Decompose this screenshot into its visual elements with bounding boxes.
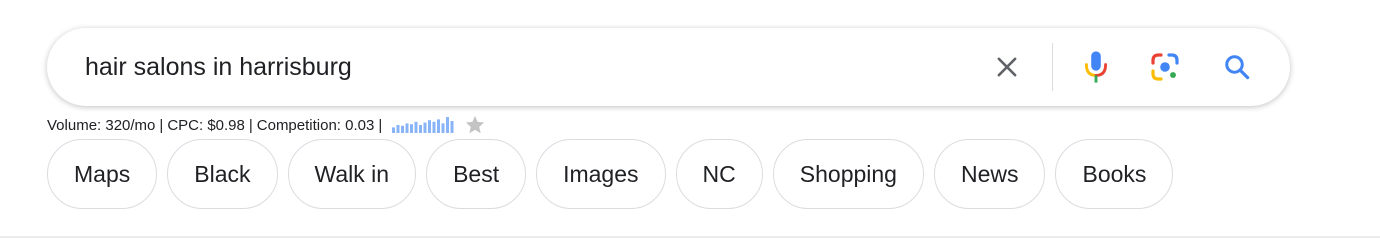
chip-best[interactable]: Best <box>426 139 527 209</box>
search-box[interactable]: hair salons in harrisburg <box>47 28 1290 106</box>
camera-lens-icon <box>1151 53 1179 81</box>
metric-separator: | <box>159 116 164 134</box>
competition-metric: Competition: 0.03 <box>256 116 375 134</box>
chip-maps[interactable]: Maps <box>47 139 158 209</box>
trend-chart-icon[interactable] <box>392 117 456 133</box>
search-page: hair salons in harrisburg Volume: 320/mo… <box>0 0 1380 242</box>
trend-bar <box>437 119 441 133</box>
search-button[interactable] <box>1217 47 1257 87</box>
filter-chips: Maps Black Walk in Best Images NC Shoppi… <box>47 139 1174 209</box>
search-divider <box>1052 43 1053 91</box>
clear-button[interactable] <box>987 47 1027 87</box>
trend-bar <box>423 122 427 133</box>
header-divider <box>0 236 1380 238</box>
trend-bar <box>441 123 445 133</box>
volume-metric: Volume: 320/mo <box>47 116 156 134</box>
metric-separator: | <box>378 116 383 134</box>
chip-nc[interactable]: NC <box>675 139 763 209</box>
trend-bar <box>410 124 414 133</box>
close-icon <box>997 57 1017 77</box>
trend-bar <box>414 121 418 133</box>
search-icon <box>1225 55 1250 80</box>
trend-bar <box>405 123 409 133</box>
microphone-icon <box>1084 51 1108 83</box>
lens-search-button[interactable] <box>1145 47 1185 87</box>
search-input[interactable]: hair salons in harrisburg <box>85 51 352 83</box>
chip-news[interactable]: News <box>933 139 1046 209</box>
metric-separator: | <box>248 116 253 134</box>
trend-bar <box>446 117 450 133</box>
trend-bar <box>450 121 454 133</box>
chip-walk-in[interactable]: Walk in <box>287 139 417 209</box>
star-icon[interactable] <box>464 114 486 136</box>
chip-books[interactable]: Books <box>1055 139 1174 209</box>
trend-bar <box>401 125 405 133</box>
trend-bar <box>428 120 432 133</box>
chip-shopping[interactable]: Shopping <box>772 139 924 209</box>
keyword-metrics-bar: Volume: 320/mo | CPC: $0.98 | Competitio… <box>47 114 486 136</box>
cpc-metric: CPC: $0.98 <box>167 116 245 134</box>
trend-bar <box>396 125 400 133</box>
trend-bar <box>432 121 436 133</box>
trend-bar <box>392 127 396 133</box>
voice-search-button[interactable] <box>1076 47 1116 87</box>
trend-bar <box>419 125 423 133</box>
chip-black[interactable]: Black <box>167 139 278 209</box>
chip-images[interactable]: Images <box>536 139 666 209</box>
